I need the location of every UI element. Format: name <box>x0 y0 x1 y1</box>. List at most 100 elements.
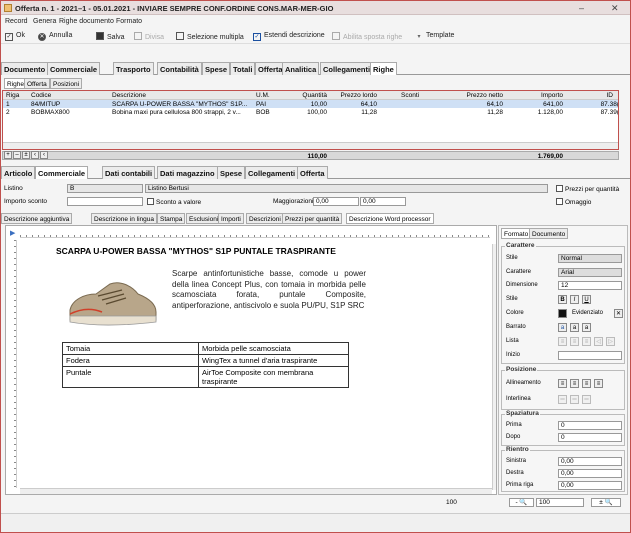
align-right-icon[interactable]: ≡ <box>582 379 591 388</box>
ok-button[interactable]: ✓ Ok <box>5 32 25 41</box>
table-row[interactable]: 2 BOBMAX800 Bobina maxi pura cellulosa 8… <box>3 108 618 116</box>
sinistra-field[interactable]: 0,00 <box>558 457 622 466</box>
subtab-offerta[interactable]: Offerta <box>24 78 50 89</box>
col-codice[interactable]: Codice <box>31 92 51 99</box>
abilita-sposta-righe-checkbox[interactable]: Abilita sposta righe <box>332 32 402 41</box>
tab-offerta[interactable]: Offerta <box>255 62 286 75</box>
add-row-button[interactable]: + <box>4 151 12 159</box>
line-spacing-15-icon[interactable]: ═ <box>570 395 579 404</box>
listino-name-field[interactable]: Listino Bertusi <box>145 184 548 193</box>
destra-field[interactable]: 0,00 <box>558 469 622 478</box>
tab-totali[interactable]: Totali <box>230 62 256 75</box>
outdent-icon[interactable]: ◁ <box>594 337 603 346</box>
template-button[interactable]: ▾ Template <box>415 32 454 42</box>
carattere-select[interactable]: Arial <box>558 268 622 277</box>
number-list-icon[interactable]: ≡ <box>582 337 591 346</box>
tab-analitica[interactable]: Analitica <box>282 62 320 75</box>
tab-contabilita[interactable]: Contabilità <box>157 62 202 75</box>
tab-righe[interactable]: Righe <box>370 62 397 75</box>
prima-riga-field[interactable]: 0,00 <box>558 481 622 490</box>
tab-detail-offerta[interactable]: Offerta <box>297 166 328 179</box>
annulla-button[interactable]: ✕ Annulla <box>38 32 72 41</box>
stile-select[interactable]: Normal <box>558 254 622 263</box>
table-row[interactable]: 1 84/MITUP SCARPA U-POWER BASSA "MYTHOS"… <box>3 100 618 108</box>
dimensione-select[interactable]: 12 <box>558 281 622 290</box>
align-justify-icon[interactable]: ≡ <box>594 379 603 388</box>
col-prezzo-lordo[interactable]: Prezzo lordo <box>327 92 378 99</box>
tab-trasporto[interactable]: Trasporto <box>113 62 154 75</box>
plus-minus-button[interactable]: ± <box>22 151 30 159</box>
tab-esclusioni[interactable]: Esclusioni <box>186 213 222 224</box>
tab-descrizione-lingua[interactable]: Descrizione in lingua <box>91 213 157 224</box>
prezzi-quantita-checkbox[interactable]: Prezzi per quantità <box>556 185 619 193</box>
col-prezzo-netto[interactable]: Prezzo netto <box>443 92 504 99</box>
col-riga[interactable]: Riga <box>6 92 19 99</box>
menu-formato[interactable]: Formato <box>116 18 142 25</box>
menu-genera[interactable]: Genera <box>33 18 56 25</box>
zoom-in-button[interactable]: ± 🔍 <box>591 498 621 507</box>
tab-word-processor[interactable]: Descrizione Word processor <box>346 213 434 224</box>
zoom-out-button[interactable]: - 🔍 <box>509 498 534 507</box>
color-swatch-icon[interactable] <box>558 309 567 318</box>
tab-spese[interactable]: Spese <box>202 62 231 75</box>
tab-formato[interactable]: Formato <box>501 228 532 239</box>
bold-icon[interactable]: B <box>558 295 567 304</box>
line-spacing-1-icon[interactable]: ═ <box>558 395 567 404</box>
grid-horizontal-scrollbar[interactable] <box>3 142 618 149</box>
tab-dati-contabili[interactable]: Dati contabili <box>102 166 156 179</box>
col-id[interactable]: ID <box>583 92 614 99</box>
tab-documento[interactable]: Documento <box>1 62 49 75</box>
subscript-icon[interactable]: a <box>582 323 591 332</box>
tab-detail-commerciale[interactable]: Commerciale <box>35 166 89 179</box>
tab-descrizioni[interactable]: Descrizioni <box>246 213 284 224</box>
estendi-descrizione-checkbox[interactable]: ✓ Estendi descrizione <box>253 32 325 41</box>
col-quantita[interactable]: Quantità <box>279 92 327 99</box>
remove-row-button[interactable]: – <box>13 151 21 159</box>
line-spacing-2-icon[interactable]: ═ <box>582 395 591 404</box>
col-importo[interactable]: Importo <box>503 92 563 99</box>
omaggio-checkbox[interactable]: Omaggio <box>556 198 591 206</box>
listino-code-field[interactable]: B <box>67 184 143 193</box>
editor-vertical-scrollbar[interactable] <box>492 244 496 490</box>
tab-commerciale[interactable]: Commerciale <box>47 62 101 75</box>
horizontal-ruler[interactable] <box>20 228 490 238</box>
list-none-icon[interactable]: ≡ <box>558 337 567 346</box>
superscript-icon[interactable]: a <box>570 323 579 332</box>
editor-horizontal-scrollbar[interactable] <box>20 488 492 494</box>
italic-icon[interactable]: I <box>570 295 579 304</box>
salva-button[interactable]: Salva <box>96 32 125 41</box>
indent-icon[interactable]: ▷ <box>606 337 615 346</box>
col-um[interactable]: U.M. <box>256 92 270 99</box>
tab-articolo[interactable]: Articolo <box>1 166 36 179</box>
move-left-button[interactable]: ‹ <box>40 151 48 159</box>
tab-importi[interactable]: Importi <box>218 213 244 224</box>
subtab-posizioni[interactable]: Posizioni <box>50 78 83 89</box>
align-center-icon[interactable]: ≡ <box>570 379 579 388</box>
bullet-list-icon[interactable]: ≡ <box>570 337 579 346</box>
maggiorazione-2-field[interactable]: 0,00 <box>360 197 406 206</box>
tab-collegamenti[interactable]: Collegamenti <box>320 62 374 75</box>
menu-record[interactable]: Record <box>5 18 28 25</box>
col-sconti[interactable]: Sconti <box>401 92 419 99</box>
minimize-button[interactable]: – <box>579 3 584 13</box>
importo-sconto-field[interactable] <box>67 197 143 206</box>
col-descrizione[interactable]: Descrizione <box>112 92 146 99</box>
dopo-field[interactable]: 0 <box>558 433 622 442</box>
tab-stampa[interactable]: Stampa <box>157 213 186 224</box>
menu-righe-documento[interactable]: Righe documento <box>59 18 114 25</box>
highlight-icon[interactable]: ✕ <box>614 309 623 318</box>
align-left-icon[interactable]: ≡ <box>558 379 567 388</box>
divisa-button[interactable]: Divisa <box>134 32 164 41</box>
move-up-button[interactable]: ‹ <box>31 151 39 159</box>
tab-detail-spese[interactable]: Spese <box>217 166 246 179</box>
strikethrough-icon[interactable]: a <box>558 323 567 332</box>
prima-field[interactable]: 0 <box>558 421 622 430</box>
zoom-value-field[interactable]: 100 <box>536 498 584 507</box>
inizio-field[interactable] <box>558 351 622 360</box>
close-button[interactable]: ✕ <box>611 3 619 14</box>
tab-prezzi-quantita[interactable]: Prezzi per quantità <box>282 213 343 224</box>
underline-icon[interactable]: U <box>582 295 591 304</box>
sconto-valore-checkbox[interactable]: Sconto a valore <box>147 198 201 206</box>
tab-detail-collegamenti[interactable]: Collegamenti <box>245 166 299 179</box>
maggiorazione-1-field[interactable]: 0,00 <box>313 197 359 206</box>
